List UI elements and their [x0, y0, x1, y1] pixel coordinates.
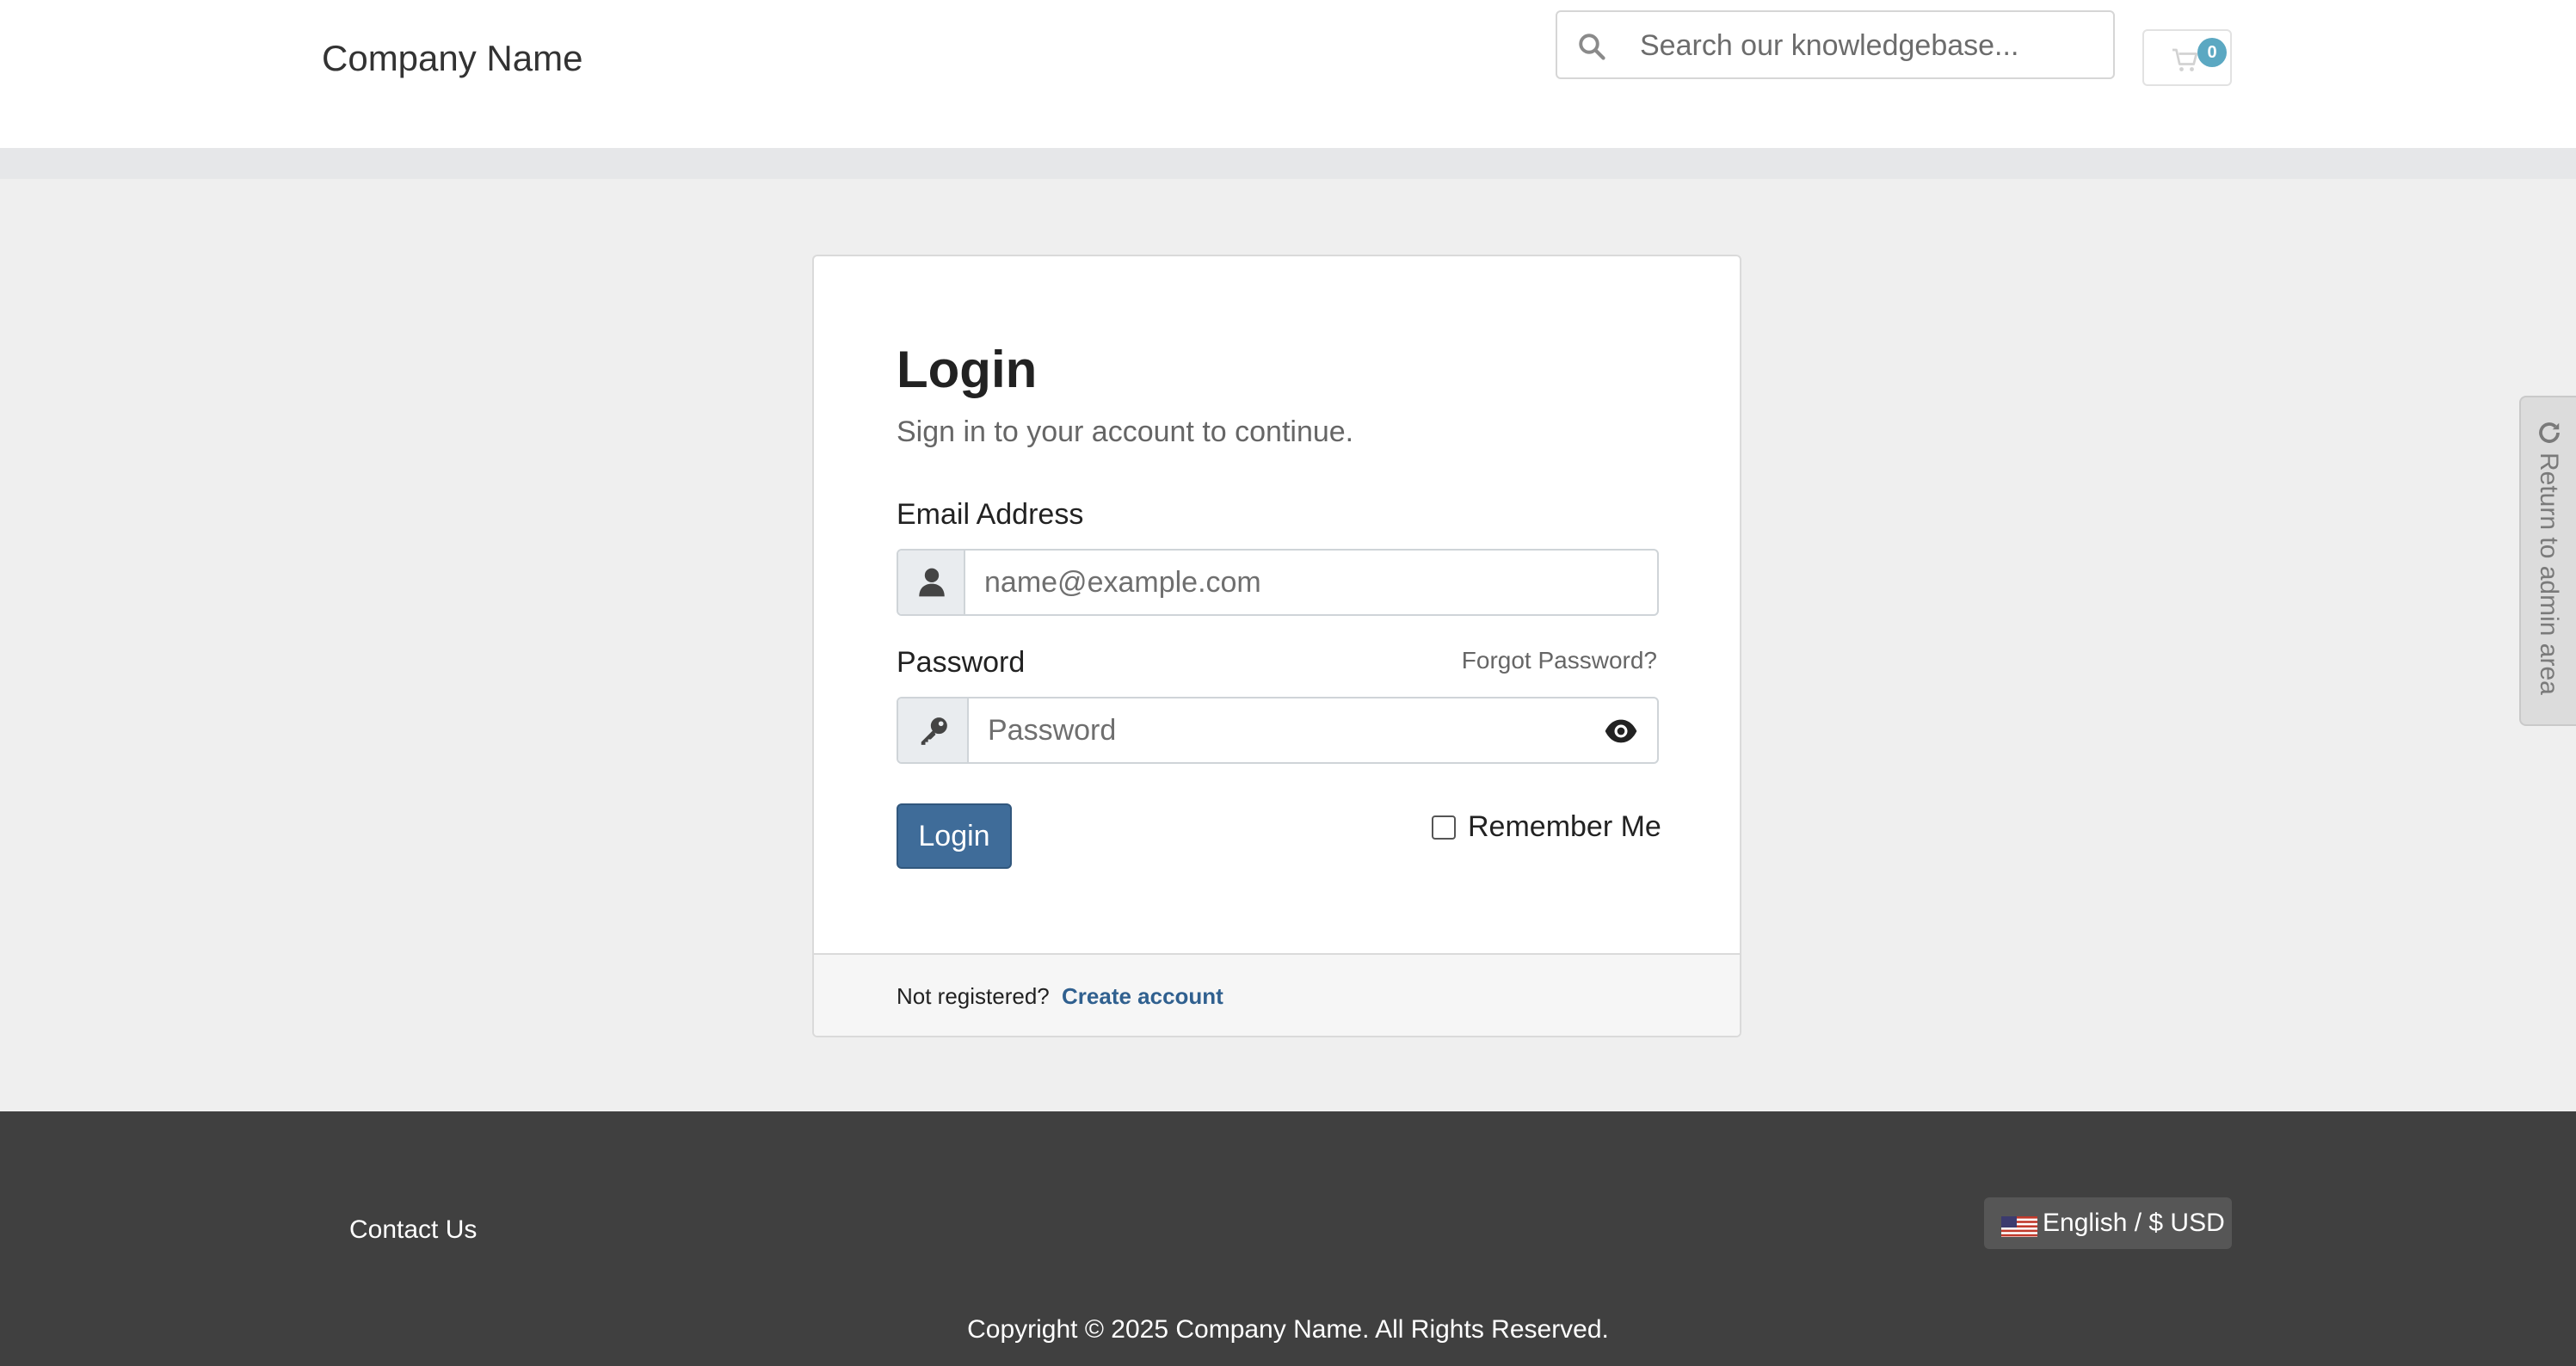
search-input[interactable]: [1640, 24, 2096, 67]
password-input[interactable]: [988, 709, 1581, 752]
return-to-admin-label: Return to admin area: [2535, 452, 2563, 695]
cart-button[interactable]: 0: [2142, 29, 2232, 86]
login-card: Login Sign in to your account to continu…: [812, 255, 1741, 1037]
return-to-admin-tab[interactable]: Return to admin area: [2519, 396, 2576, 726]
login-button[interactable]: Login: [897, 803, 1012, 869]
password-label: Password: [897, 646, 1026, 679]
user-icon: [919, 568, 945, 597]
remember-me-checkbox[interactable]: [1432, 815, 1456, 840]
cart-count-badge: 0: [2197, 38, 2227, 67]
email-input[interactable]: [984, 561, 1638, 604]
forgot-password-link[interactable]: Forgot Password?: [1462, 643, 1657, 678]
card-footer: Not registered? Create account: [814, 953, 1740, 1036]
search-icon: [1579, 34, 1605, 60]
email-field: [897, 549, 1659, 616]
site-footer: Contact Us English / $ USD Copyright © 2…: [0, 1111, 2576, 1366]
language-currency-button[interactable]: English / $ USD: [1984, 1197, 2232, 1249]
page-title: Login: [897, 341, 1038, 398]
contact-us-link[interactable]: Contact Us: [349, 1213, 477, 1247]
not-registered-text: Not registered?: [897, 983, 1050, 1009]
cart-icon: [2172, 48, 2198, 71]
password-addon: [898, 698, 969, 762]
remember-me-label[interactable]: Remember Me: [1468, 807, 1661, 846]
remember-me[interactable]: Remember Me: [1432, 807, 1661, 846]
password-field: [897, 697, 1659, 764]
refresh-icon: [2539, 422, 2560, 443]
page-subtitle: Sign in to your account to continue.: [897, 415, 1354, 448]
create-account-link[interactable]: Create account: [1062, 981, 1223, 1012]
email-addon: [898, 551, 965, 614]
knowledgebase-search[interactable]: [1556, 10, 2115, 79]
site-header: Company Name 0: [0, 0, 2576, 148]
language-currency-label: English / $ USD: [2043, 1209, 2225, 1237]
email-label: Email Address: [897, 498, 1084, 531]
header-divider-band: [0, 148, 2576, 179]
copyright-text: Copyright © 2025 Company Name. All Right…: [967, 1315, 1609, 1344]
company-logo[interactable]: Company Name: [322, 34, 582, 83]
us-flag-icon: [2001, 1216, 2037, 1237]
key-icon: [921, 717, 947, 745]
eye-icon[interactable]: [1604, 716, 1638, 747]
